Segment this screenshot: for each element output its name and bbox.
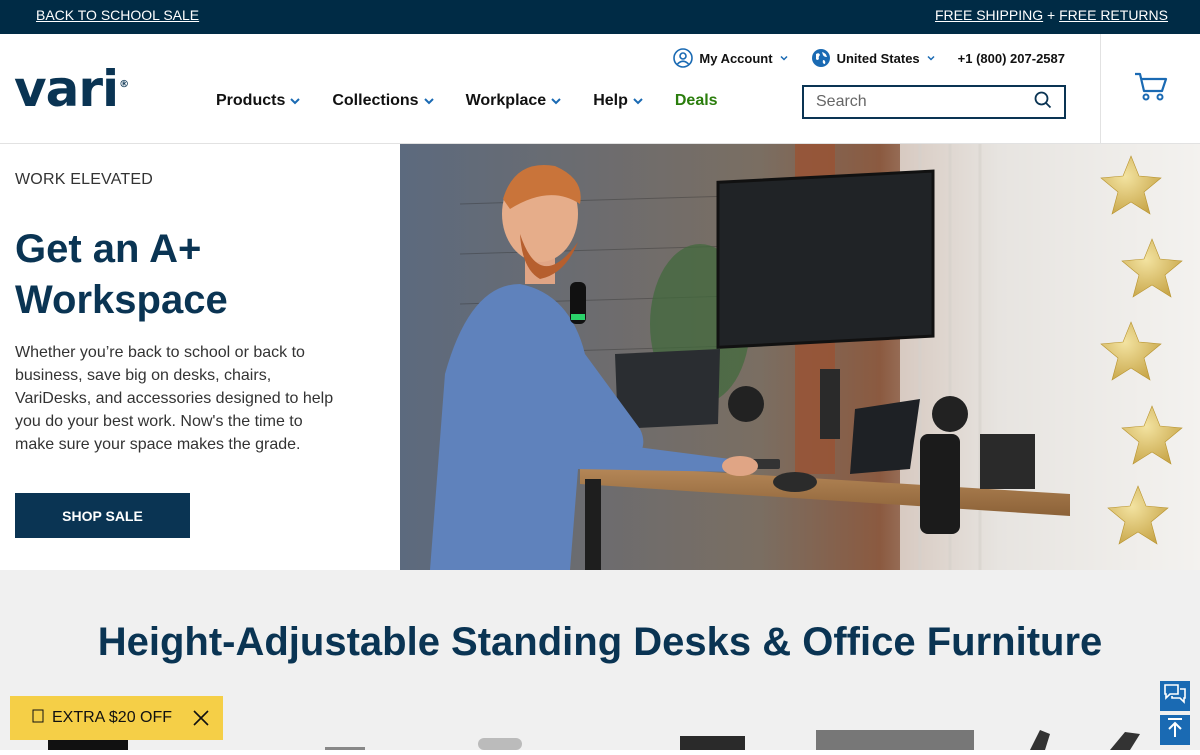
promo-bar: BACK TO SCHOOL SALE FREE SHIPPING + FREE… bbox=[0, 0, 1200, 34]
thumb-chair bbox=[478, 738, 522, 750]
chat-icon bbox=[1163, 683, 1187, 710]
nav-label: Products bbox=[216, 92, 286, 109]
promo-plus-separator: + bbox=[1043, 7, 1060, 23]
arrow-up-icon bbox=[1165, 717, 1185, 744]
hero-banner: WORK ELEVATED Get an A+ Workspace Whethe… bbox=[0, 144, 1200, 570]
vari-logo[interactable]: vari® bbox=[14, 64, 129, 114]
nav-workplace[interactable]: Workplace bbox=[466, 92, 563, 110]
search-icon[interactable] bbox=[1034, 91, 1052, 114]
region-label: United States bbox=[836, 50, 920, 66]
section-title: Height-Adjustable Standing Desks & Offic… bbox=[97, 620, 1103, 664]
nav-deals[interactable]: Deals bbox=[675, 92, 718, 110]
main-nav: Products Collections Workplace Help Deal… bbox=[216, 92, 718, 110]
my-account-label: My Account bbox=[699, 50, 773, 66]
back-to-top-button[interactable] bbox=[1160, 715, 1190, 745]
free-returns-link[interactable]: FREE RETURNS bbox=[1059, 7, 1168, 23]
close-icon[interactable] bbox=[192, 709, 210, 727]
chevron-down-icon bbox=[633, 98, 643, 105]
chevron-down-icon bbox=[423, 98, 434, 105]
tag-icon bbox=[32, 709, 44, 728]
nav-label: Collections bbox=[332, 92, 419, 109]
back-to-school-sale-link[interactable]: BACK TO SCHOOL SALE bbox=[36, 7, 199, 23]
extra-discount-label: EXTRA $20 OFF bbox=[52, 709, 173, 726]
hero-image-man-at-standing-desk bbox=[400, 144, 1200, 570]
chevron-down-icon bbox=[779, 53, 789, 63]
my-account-menu[interactable]: My Account bbox=[673, 48, 788, 68]
region-selector[interactable]: United States bbox=[811, 48, 936, 68]
cart-icon bbox=[1134, 71, 1168, 108]
thumb-storage bbox=[680, 736, 745, 750]
phone-number[interactable]: +1 (800) 207-2587 bbox=[958, 51, 1065, 66]
globe-icon bbox=[811, 48, 831, 68]
search-box bbox=[802, 85, 1066, 119]
free-shipping-link[interactable]: FREE SHIPPING bbox=[935, 7, 1043, 23]
extra-discount-banner[interactable]: EXTRA $20 OFF bbox=[10, 696, 223, 740]
logo-trademark: ® bbox=[119, 79, 129, 90]
hero-title: Get an A+ Workspace bbox=[15, 227, 228, 322]
thumb-panels bbox=[816, 730, 974, 750]
chat-button[interactable] bbox=[1160, 681, 1190, 711]
thumb-monitor-arms bbox=[1030, 730, 1140, 750]
nav-label: Deals bbox=[674, 92, 718, 109]
chevron-down-icon bbox=[290, 98, 301, 105]
logo-text: vari bbox=[14, 60, 119, 118]
site-header: vari® My Account United States +1 (800) … bbox=[0, 34, 1200, 144]
thumb-desk bbox=[48, 740, 128, 750]
cart-button[interactable] bbox=[1100, 34, 1200, 144]
nav-products[interactable]: Products bbox=[216, 92, 301, 110]
shipping-returns-links: FREE SHIPPING + FREE RETURNS bbox=[935, 7, 1168, 23]
hero-description: Whether you’re back to school or back to… bbox=[15, 344, 334, 453]
nav-label: Help bbox=[593, 92, 628, 109]
hero-eyebrow: WORK ELEVATED bbox=[15, 171, 154, 188]
chevron-down-icon bbox=[551, 98, 561, 105]
nav-help[interactable]: Help bbox=[593, 92, 644, 110]
nav-label: Workplace bbox=[465, 92, 547, 109]
nav-collections[interactable]: Collections bbox=[332, 92, 434, 110]
utility-nav: My Account United States +1 (800) 207-25… bbox=[673, 48, 1065, 68]
search-input[interactable] bbox=[816, 93, 1034, 111]
chevron-down-icon bbox=[926, 53, 936, 63]
user-icon bbox=[673, 48, 694, 68]
shop-sale-button[interactable]: SHOP SALE bbox=[15, 493, 190, 538]
